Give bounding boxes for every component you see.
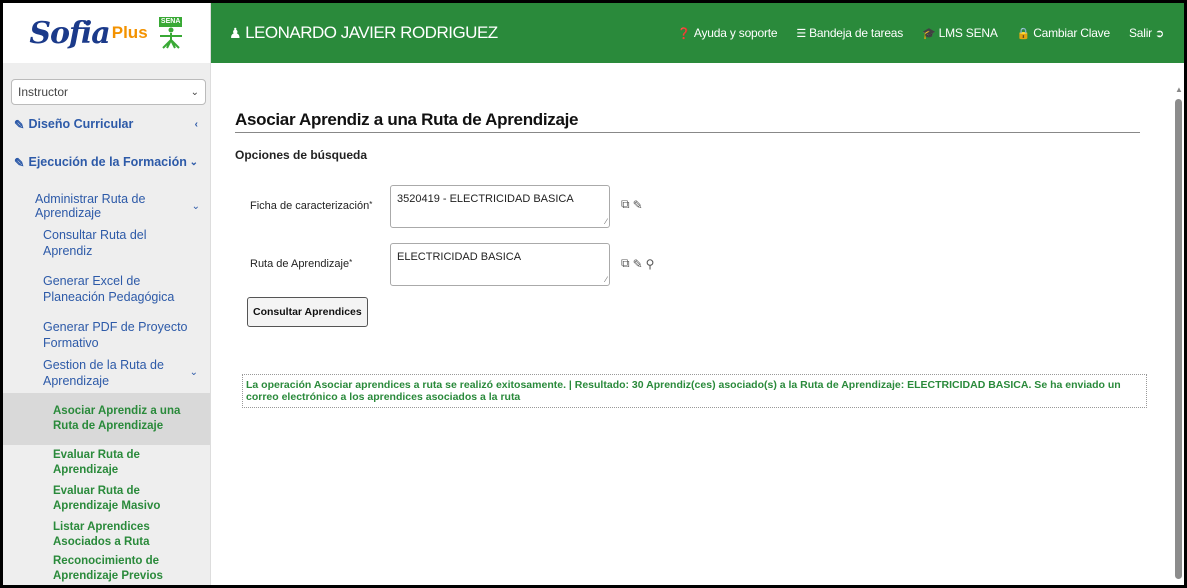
scrollbar-thumb[interactable] bbox=[1175, 99, 1182, 579]
sidebar-item-label: Generar PDF de Proyecto Formativo bbox=[43, 320, 188, 350]
lms-sena-label: LMS SENA bbox=[938, 26, 998, 40]
user-name-text: LEONARDO JAVIER RODRIGUEZ bbox=[245, 23, 498, 42]
sidebar-item-administrar-ruta[interactable]: Administrar Ruta de Aprendizaje ⌄ bbox=[3, 187, 210, 225]
chevron-left-icon: ‹ bbox=[194, 118, 198, 130]
edit-icon: ✎ bbox=[14, 117, 25, 132]
question-circle-icon: ❓ bbox=[677, 27, 691, 40]
scroll-up-arrow-icon[interactable]: ▲ bbox=[1175, 85, 1183, 94]
sign-out-icon: ➲ bbox=[1154, 27, 1164, 40]
logo-plus-text: Plus bbox=[111, 23, 148, 42]
sidebar-item-evaluar-ruta-masivo[interactable]: Evaluar Ruta de Aprendizaje Masivo bbox=[3, 481, 210, 517]
sidebar-item-gestion-ruta[interactable]: Gestion de la Ruta de Aprendizaje ⌄ bbox=[3, 353, 210, 393]
ficha-label-text: Ficha de caracterización bbox=[250, 200, 370, 212]
role-select-value: Instructor bbox=[18, 85, 69, 99]
user-icon: ♟ bbox=[229, 24, 242, 41]
chevron-down-icon: ⌄ bbox=[189, 367, 198, 378]
change-password-label: Cambiar Clave bbox=[1033, 26, 1110, 40]
required-mark: * bbox=[369, 200, 373, 209]
user-name[interactable]: ♟ LEONARDO JAVIER RODRIGUEZ bbox=[229, 23, 498, 43]
lock-icon: 🔒 bbox=[1016, 27, 1031, 40]
sidebar-item-generar-excel[interactable]: Generar Excel de Planeación Pedagógica bbox=[3, 261, 210, 317]
sidebar-section-label: Ejecución de la Formación bbox=[28, 155, 187, 169]
help-support-label: Ayuda y soporte bbox=[693, 26, 778, 40]
page-scrollbar[interactable]: ▲ bbox=[1172, 85, 1184, 585]
search-icon[interactable]: ⚲ bbox=[646, 257, 655, 271]
ficha-field-value: 3520419 - ELECTRICIDAD BASICA bbox=[397, 193, 574, 205]
sidebar-item-label: Evaluar Ruta de Aprendizaje Masivo bbox=[53, 485, 161, 512]
sena-logo: SENA bbox=[158, 17, 184, 49]
select-list-icon[interactable]: ⧉ bbox=[621, 256, 630, 271]
sidebar-item-label: Listar Aprendices Asociados a Ruta bbox=[53, 521, 150, 548]
help-support-link[interactable]: ❓ Ayuda y soporte bbox=[677, 26, 777, 40]
chevron-down-icon: ⌄ bbox=[191, 200, 200, 212]
sidebar-item-generar-pdf[interactable]: Generar PDF de Proyecto Formativo bbox=[3, 317, 210, 353]
ficha-field[interactable]: 3520419 - ELECTRICIDAD BASICA ∕ bbox=[390, 185, 610, 228]
graduation-cap-icon: 🎓 bbox=[922, 27, 936, 40]
list-icon: ☰ bbox=[796, 27, 807, 40]
page-title: Asociar Aprendiz a una Ruta de Aprendiza… bbox=[235, 110, 1140, 133]
role-select[interactable]: Instructor ⌄ bbox=[11, 79, 206, 105]
select-list-icon[interactable]: ⧉ bbox=[621, 197, 630, 212]
sidebar-item-label: Administrar Ruta de Aprendizaje bbox=[35, 192, 146, 220]
sofiaplus-logo[interactable]: Sofia Plus SENA bbox=[3, 3, 211, 63]
task-inbox-link[interactable]: ☰ Bandeja de tareas bbox=[796, 26, 903, 40]
sidebar-item-label: Evaluar Ruta de Aprendizaje bbox=[53, 449, 140, 476]
sidebar-section-ejecucion[interactable]: ✎ Ejecución de la Formación ⌄ bbox=[3, 143, 210, 181]
logout-label: Salir bbox=[1128, 26, 1152, 40]
top-bar: Sofia Plus SENA ♟ LEONARDO JAVIER RODRIG… bbox=[3, 3, 1184, 63]
change-password-link[interactable]: 🔒 Cambiar Clave bbox=[1017, 26, 1110, 40]
ruta-label: Ruta de Aprendizaje* bbox=[250, 258, 352, 270]
ficha-label: Ficha de caracterización* bbox=[250, 200, 372, 212]
eraser-icon[interactable]: ✎ bbox=[633, 198, 643, 212]
sidebar-item-label: Asociar Aprendiz a una Ruta de Aprendiza… bbox=[53, 405, 181, 432]
task-inbox-label: Bandeja de tareas bbox=[809, 26, 904, 40]
ruta-field[interactable]: ELECTRICIDAD BASICA ∕ bbox=[390, 243, 610, 286]
chevron-down-icon: ⌄ bbox=[190, 86, 199, 98]
top-links: ❓ Ayuda y soporte ☰ Bandeja de tareas 🎓 … bbox=[677, 26, 1164, 40]
required-mark: * bbox=[349, 258, 353, 267]
sidebar-section-label: Diseño Curricular bbox=[28, 117, 134, 131]
ficha-field-actions: ⧉ ✎ bbox=[621, 197, 643, 212]
search-options-title: Opciones de búsqueda bbox=[235, 148, 368, 162]
sidebar-item-asociar-aprendiz[interactable]: Asociar Aprendiz a una Ruta de Aprendiza… bbox=[3, 393, 210, 445]
sidebar-item-label: Gestion de la Ruta de Aprendizaje bbox=[43, 358, 164, 388]
resize-grip-icon: ∕ bbox=[605, 217, 607, 226]
chevron-down-icon: ⌄ bbox=[189, 156, 198, 168]
success-message: La operación Asociar aprendices a ruta s… bbox=[242, 374, 1147, 408]
consultar-aprendices-button[interactable]: Consultar Aprendices bbox=[247, 297, 368, 327]
edit-icon: ✎ bbox=[14, 155, 25, 170]
sidebar-item-evaluar-ruta[interactable]: Evaluar Ruta de Aprendizaje bbox=[3, 445, 210, 481]
sidebar-section-diseno[interactable]: ✎ Diseño Curricular ‹ bbox=[3, 109, 210, 139]
eraser-icon[interactable]: ✎ bbox=[633, 257, 643, 271]
sidebar-item-consultar-ruta[interactable]: Consultar Ruta del Aprendiz bbox=[3, 225, 210, 261]
sidebar-item-label: Reconocimiento de Aprendizaje Previos Ma… bbox=[53, 554, 163, 586]
sidebar-item-label: Consultar Ruta del Aprendiz bbox=[43, 228, 147, 258]
sidebar: Instructor ⌄ ✎ Diseño Curricular ‹ ✎ Eje… bbox=[3, 63, 211, 585]
logo-sofia-text: Sofia bbox=[29, 15, 110, 51]
sena-logo-text: SENA bbox=[158, 17, 183, 27]
logout-link[interactable]: Salir ➲ bbox=[1129, 26, 1164, 40]
resize-grip-icon: ∕ bbox=[605, 275, 607, 284]
sidebar-item-reconocimiento[interactable]: Reconocimiento de Aprendizaje Previos Ma… bbox=[3, 553, 210, 586]
lms-sena-link[interactable]: 🎓 LMS SENA bbox=[922, 26, 998, 40]
sidebar-item-listar-aprendices[interactable]: Listar Aprendices Asociados a Ruta bbox=[3, 517, 210, 553]
ruta-field-actions: ⧉ ✎ ⚲ bbox=[621, 256, 654, 271]
sidebar-item-label: Generar Excel de Planeación Pedagógica bbox=[43, 274, 175, 304]
ruta-label-text: Ruta de Aprendizaje bbox=[250, 258, 350, 270]
header-bar: ♟ LEONARDO JAVIER RODRIGUEZ ❓ Ayuda y so… bbox=[211, 3, 1184, 63]
ruta-field-value: ELECTRICIDAD BASICA bbox=[397, 251, 522, 263]
sena-figure-icon bbox=[159, 27, 182, 49]
main-content: Asociar Aprendiz a una Ruta de Aprendiza… bbox=[212, 63, 1172, 585]
